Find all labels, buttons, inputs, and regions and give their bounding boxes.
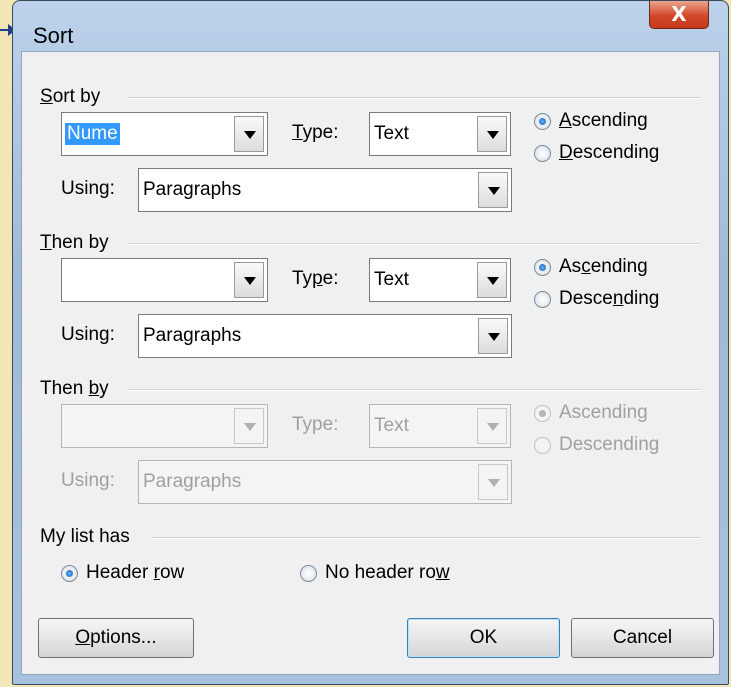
chevron-down-icon[interactable] [478,318,508,354]
radio-unselected-icon [300,564,317,582]
then-by-1-type-value: Text [374,269,409,290]
dialog-body: Sort by Nume Type: Text Ascending Descen… [21,51,720,675]
sort-by-ascending-radio[interactable]: Ascending [534,110,648,132]
chevron-down-icon [477,408,507,444]
then-by-2-divider [128,389,700,391]
sort-by-group-label: Sort by [40,86,101,107]
background-strip [0,0,12,687]
dialog-title: Sort [33,23,74,48]
then-by-1-type-label: Type: [292,268,339,289]
then-by-2-type-label: Type: [292,414,339,435]
sort-by-using-label: Using: [61,178,115,199]
radio-unselected-icon [534,144,551,162]
then-by-2-using-label: Using: [61,470,115,491]
then-by-1-using-value: Paragraphs [143,325,242,346]
then-by-2-type-select: Text [369,404,511,448]
no-header-row-radio[interactable]: No header row [300,562,450,584]
then-by-1-using-label: Using: [61,324,115,345]
cancel-button[interactable]: Cancel [571,618,714,658]
sort-dialog: Sort X Sort by Nume Type: Text Ascending… [12,0,729,685]
radio-selected-icon [534,112,551,130]
chevron-down-icon [478,464,508,500]
sort-by-using-value: Paragraphs [143,179,242,200]
radio-selected-icon [534,258,551,276]
then-by-1-group-label: Then by [40,232,109,253]
close-button[interactable]: X [649,1,709,29]
then-by-2-ascending-radio: Ascending [534,402,648,424]
sort-by-type-label: Type: [292,122,339,143]
then-by-1-field-select[interactable] [61,258,268,302]
then-by-1-using-select[interactable]: Paragraphs [138,314,512,358]
sort-by-divider [128,97,700,99]
close-icon: X [671,2,687,26]
chevron-down-icon[interactable] [478,172,508,208]
options-button[interactable]: Options... [38,618,194,658]
sort-by-descending-radio[interactable]: Descending [534,142,659,164]
list-has-group-label: My list has [40,526,130,547]
then-by-2-field-select [61,404,268,448]
chevron-down-icon[interactable] [477,116,507,152]
then-by-2-group-label: Then by [40,378,109,399]
chevron-down-icon[interactable] [477,262,507,298]
sort-by-field-value: Nume [65,123,120,145]
radio-selected-icon [534,404,551,422]
radio-unselected-icon [534,290,551,308]
ok-button[interactable]: OK [407,618,560,658]
header-row-radio[interactable]: Header row [61,562,184,584]
sort-by-type-select[interactable]: Text [369,112,511,156]
list-has-divider [152,537,700,539]
then-by-2-descending-radio: Descending [534,434,659,456]
then-by-1-divider [128,243,700,245]
then-by-1-type-select[interactable]: Text [369,258,511,302]
then-by-2-using-select: Paragraphs [138,460,512,504]
then-by-2-using-value: Paragraphs [143,471,242,492]
radio-selected-icon [61,564,78,582]
then-by-1-descending-radio[interactable]: Descending [534,288,659,310]
sort-by-field-select[interactable]: Nume [61,112,268,156]
chevron-down-icon[interactable] [234,262,264,298]
chevron-down-icon [234,408,264,444]
sort-by-using-select[interactable]: Paragraphs [138,168,512,212]
chevron-down-icon[interactable] [234,116,264,152]
radio-unselected-icon [534,436,551,454]
then-by-2-type-value: Text [374,415,409,436]
then-by-1-ascending-radio[interactable]: Ascending [534,256,648,278]
sort-by-type-value: Text [374,123,409,144]
